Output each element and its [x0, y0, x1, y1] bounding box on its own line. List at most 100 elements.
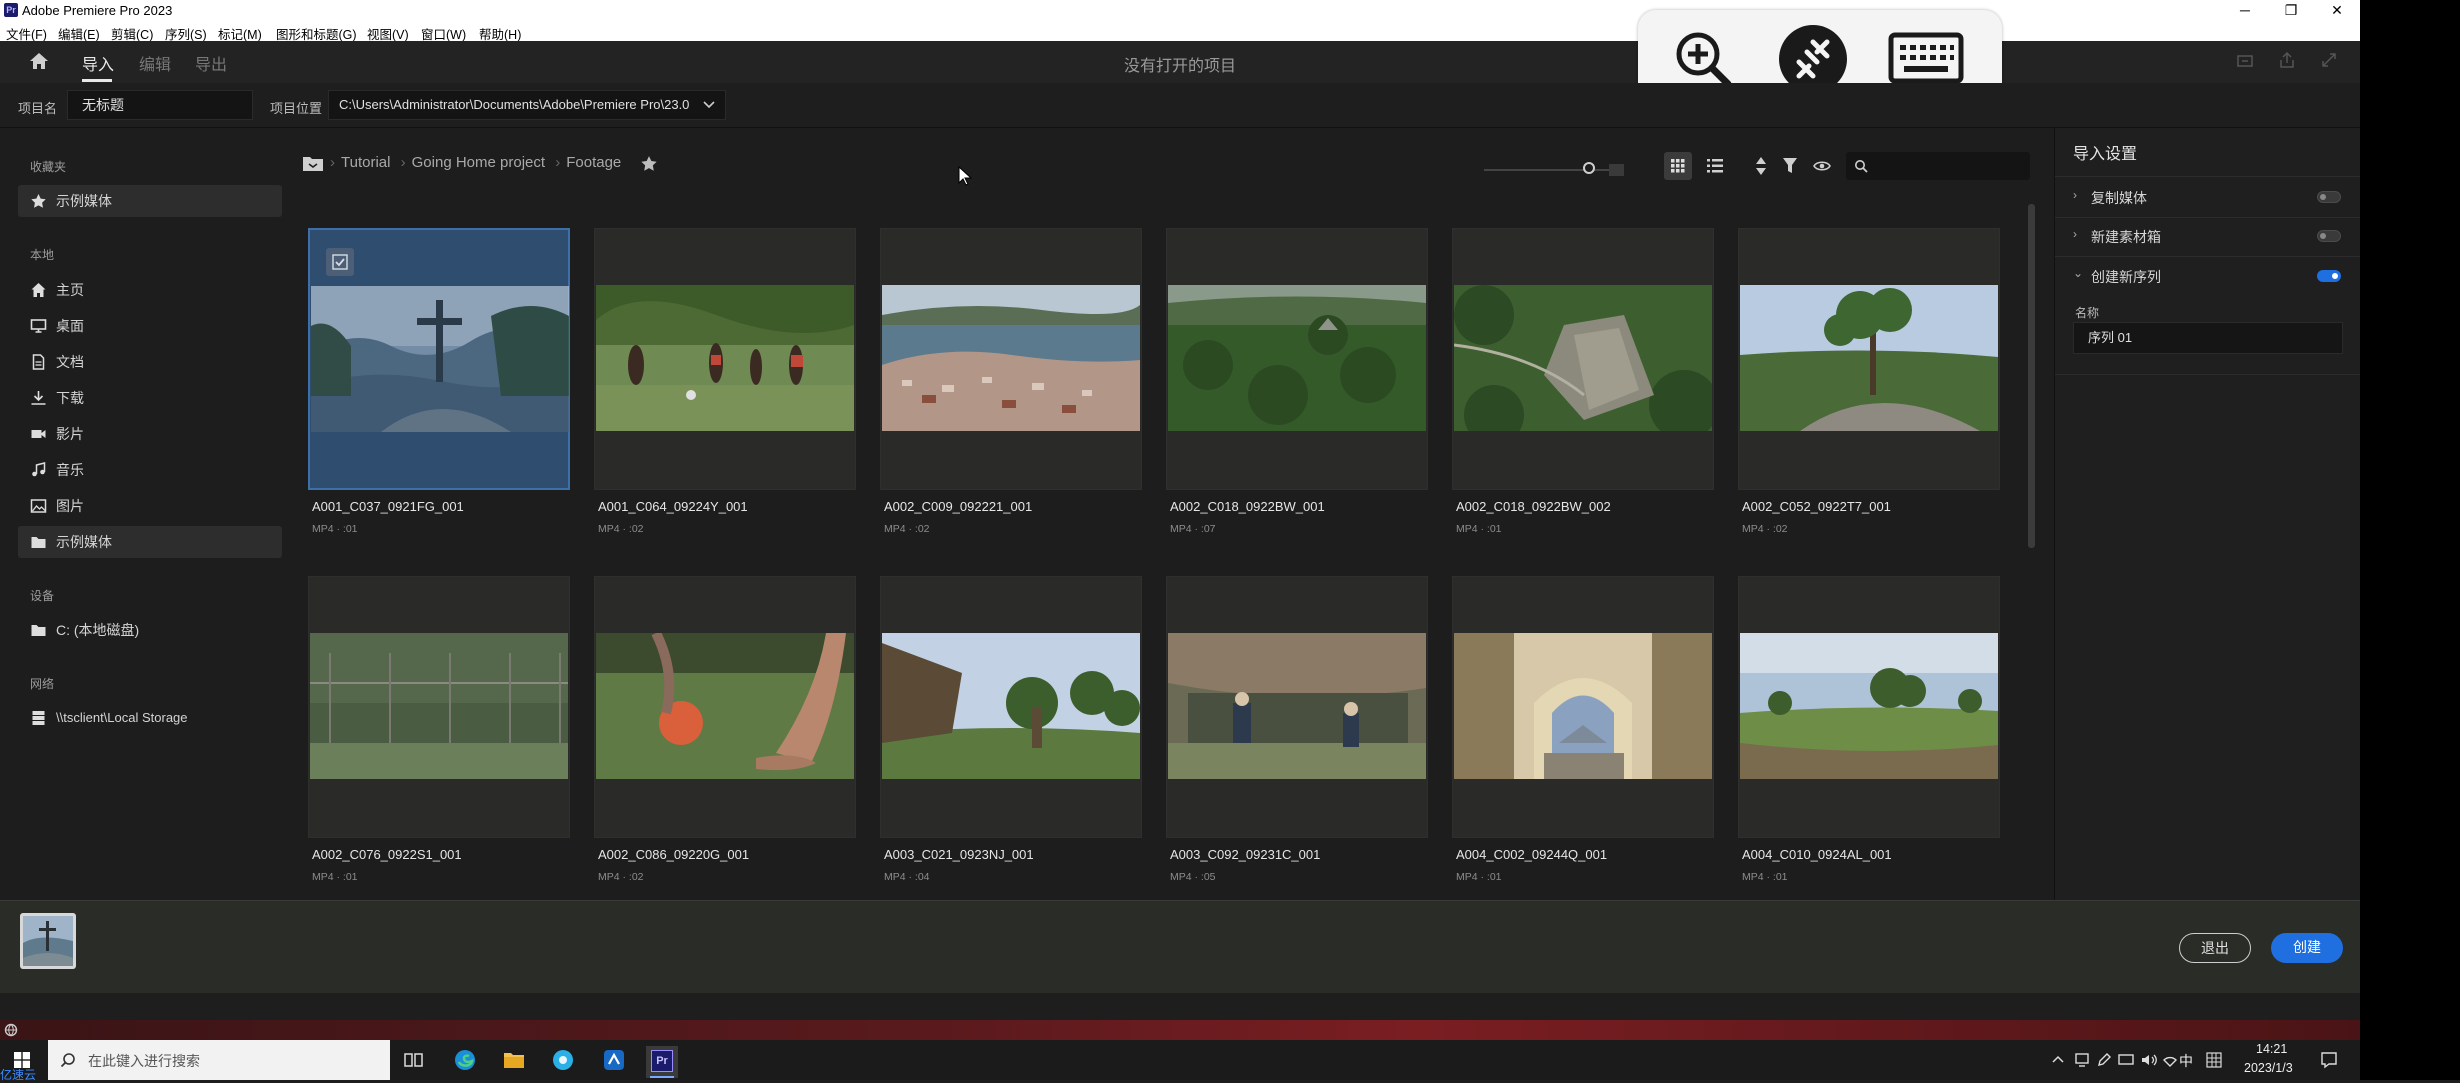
media-card-8[interactable] [594, 576, 856, 838]
windows-taskbar: 在此键入进行搜索 亿速云 Pr 中 14:21 2023/1/3 [0, 1040, 2360, 1082]
sidebar-item-desktop[interactable]: 桌面 [18, 310, 282, 342]
media-browser: › Tutorial › Going Home project › Footage [294, 128, 2054, 900]
grid-view-button[interactable] [1664, 152, 1692, 180]
chevron-down-icon [703, 101, 715, 109]
media-thumbnail-2 [596, 285, 854, 431]
taskbar-clock-date[interactable]: 2023/1/3 [2244, 1061, 2293, 1075]
media-name-12: A004_C010_0924AL_001 [1742, 847, 1892, 862]
restore-button[interactable]: ❐ [2268, 0, 2314, 21]
new-bin-toggle[interactable] [2317, 230, 2341, 242]
breadcrumb-item-going-home[interactable]: Going Home project [412, 154, 545, 171]
sidebar-item-music[interactable]: 音乐 [18, 454, 282, 486]
breadcrumb-item-tutorial[interactable]: Tutorial [341, 154, 390, 171]
keyboard-icon[interactable] [1888, 32, 1964, 84]
sidebar-item-downloads[interactable]: 下载 [18, 382, 282, 414]
media-card-3[interactable] [880, 228, 1142, 490]
blue-app-icon[interactable] [552, 1049, 574, 1071]
media-card-10[interactable] [1166, 576, 1428, 838]
chevron-up-icon[interactable] [2052, 1054, 2064, 1064]
minimize-button[interactable]: ─ [2222, 0, 2268, 21]
checkbox-checked-icon [332, 254, 348, 270]
selected-clip-thumbnail[interactable] [20, 913, 76, 969]
sort-icon[interactable] [1755, 156, 1767, 176]
new-bin-row[interactable]: › 新建素材箱 [2055, 216, 2361, 257]
keyboard-layout-icon[interactable] [2206, 1052, 2222, 1068]
search-icon [1855, 160, 1868, 173]
network-heading: 网络 [30, 677, 55, 691]
project-name-input[interactable]: 无标题 [67, 90, 253, 120]
close-window-button[interactable]: ✕ [2314, 0, 2360, 21]
edge-browser-icon[interactable] [454, 1049, 476, 1071]
breadcrumb-item-footage[interactable]: Footage [566, 154, 621, 171]
project-location-select[interactable]: C:\Users\Administrator\Documents\Adobe\P… [328, 90, 726, 120]
media-card-9[interactable] [880, 576, 1142, 838]
copy-media-label: 复制媒体 [2091, 190, 2147, 206]
media-card-12[interactable] [1738, 576, 2000, 838]
volume-icon[interactable] [2140, 1052, 2158, 1068]
display-icon[interactable] [2118, 1052, 2134, 1068]
sidebar-item-home[interactable]: 主页 [18, 274, 282, 306]
media-card-7[interactable] [308, 576, 570, 838]
star-icon[interactable] [640, 155, 658, 172]
sidebar-item-label: 桌面 [56, 318, 84, 334]
zoom-in-icon[interactable] [1672, 28, 1736, 90]
storage-icon [32, 711, 45, 725]
ime-indicator[interactable]: 中 [2179, 1051, 2193, 1071]
premiere-app-icon: Pr [4, 3, 18, 17]
file-explorer-icon[interactable] [503, 1051, 525, 1069]
taskbar-search-box[interactable]: 在此键入进行搜索 [48, 1040, 390, 1080]
network-icon[interactable] [2074, 1052, 2090, 1068]
sidebar-item-local-disk[interactable]: C: (本地磁盘) [18, 614, 282, 646]
media-thumbnail-1 [311, 286, 569, 432]
pen-icon[interactable] [2096, 1052, 2112, 1068]
taskbar-clock-time[interactable]: 14:21 [2256, 1042, 2287, 1056]
new-bin-label: 新建素材箱 [2091, 229, 2161, 245]
sidebar-item-documents[interactable]: 文档 [18, 346, 282, 378]
sequence-name-input[interactable]: 序列 01 [2073, 322, 2343, 354]
media-name-11: A004_C002_09244Q_001 [1456, 847, 1608, 862]
quick-export-icon[interactable] [2236, 52, 2254, 70]
sidebar-item-sample-media[interactable]: 示例媒体 [18, 526, 282, 558]
media-card-1[interactable] [308, 228, 570, 490]
media-card-11[interactable] [1452, 576, 1714, 838]
fullscreen-icon[interactable] [2320, 51, 2338, 69]
create-button[interactable]: 创建 [2271, 933, 2343, 963]
create-sequence-row[interactable]: ⌄ 创建新序列 名称 序列 01 [2055, 256, 2361, 375]
media-card-2[interactable] [594, 228, 856, 490]
media-card-4[interactable] [1166, 228, 1428, 490]
scrollbar[interactable] [2028, 204, 2035, 548]
media-card-6[interactable] [1738, 228, 2000, 490]
task-view-icon[interactable] [404, 1051, 424, 1069]
media-name-6: A002_C052_0922T7_001 [1742, 499, 1891, 514]
copy-media-toggle[interactable] [2317, 191, 2341, 203]
remote-app-icon[interactable] [603, 1049, 625, 1071]
import-settings-panel: 导入设置 › 复制媒体 › 新建素材箱 ⌄ 创建新序列 名称 序列 01 [2054, 128, 2361, 900]
location-sidebar: 收藏夹 示例媒体 本地 主页 桌面 文档 下载 影片 音乐 图片 示例媒体 设备… [0, 128, 294, 900]
favorites-heading: 收藏夹 [30, 160, 67, 174]
chevron-down-icon: ⌄ [2073, 266, 2084, 280]
selection-checkbox[interactable] [326, 248, 354, 276]
eye-icon[interactable] [1813, 160, 1831, 172]
sidebar-item-favorite-sample-media[interactable]: 示例媒体 [18, 185, 282, 217]
share-icon[interactable] [2278, 51, 2296, 69]
sidebar-item-tsclient-storage[interactable]: \\tsclient\Local Storage [18, 702, 282, 734]
sidebar-item-label: 文档 [56, 354, 84, 370]
wifi-icon[interactable] [2162, 1052, 2178, 1068]
thumbnail-size-slider[interactable] [1484, 162, 1624, 176]
notification-icon[interactable] [2320, 1051, 2338, 1069]
list-view-icon[interactable] [1707, 159, 1723, 173]
search-input[interactable] [1846, 152, 2030, 180]
sidebar-item-videos[interactable]: 影片 [18, 418, 282, 450]
media-name-9: A003_C021_0923NJ_001 [884, 847, 1034, 862]
filter-icon[interactable] [1782, 157, 1798, 175]
local-heading: 本地 [30, 248, 55, 262]
create-sequence-toggle[interactable] [2317, 270, 2341, 282]
exit-button[interactable]: 退出 [2179, 933, 2251, 963]
media-card-5[interactable] [1452, 228, 1714, 490]
media-thumbnail-9 [882, 633, 1140, 779]
copy-media-row[interactable]: › 复制媒体 [2055, 176, 2361, 218]
premiere-taskbar-button[interactable]: Pr [646, 1046, 678, 1078]
folder-browse-icon[interactable] [302, 155, 324, 172]
sidebar-item-pictures[interactable]: 图片 [18, 490, 282, 522]
taskbar-search-placeholder: 在此键入进行搜索 [88, 1053, 200, 1069]
